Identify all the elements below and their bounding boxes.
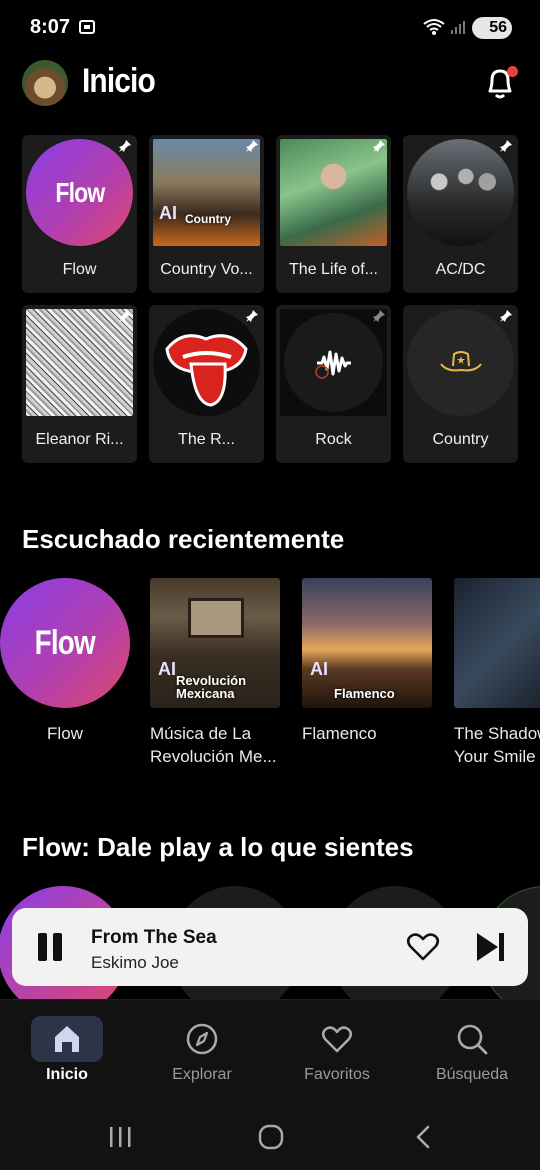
ai-badge: AI — [158, 659, 176, 679]
ai-badge: AI — [159, 203, 177, 223]
nav-label: Favoritos — [304, 1066, 370, 1083]
pinned-card-country-vol[interactable]: AI Country Country Vo... — [149, 135, 264, 293]
player-artist: Eskimo Joe — [91, 953, 179, 972]
ai-subtitle: Revolución Mexicana — [176, 673, 247, 701]
tongue-logo-art — [153, 309, 260, 416]
recent-label: Flow — [47, 724, 83, 743]
pinned-label: The R... — [178, 431, 235, 448]
pin-icon — [500, 140, 512, 152]
home-icon — [55, 1026, 79, 1052]
nav-label: Inicio — [46, 1066, 88, 1083]
ai-subtitle: Country — [185, 212, 231, 226]
pin-icon — [373, 140, 385, 152]
recent-item-flamenco[interactable]: AI Flamenco Flamenco — [302, 578, 432, 745]
pinned-label: The Life of... — [289, 261, 378, 278]
search-icon — [457, 1024, 488, 1055]
recent-label: Música de La Revolución Me... — [150, 724, 277, 766]
pinned-card-life-of[interactable]: The Life of... — [276, 135, 391, 293]
battery-indicator: 56 — [472, 17, 512, 39]
recent-item-revolucion[interactable]: AI Revolución Mexicana Música de La Revo… — [150, 578, 280, 768]
nav-active-pill — [31, 1016, 103, 1062]
nav-label: Explorar — [172, 1066, 232, 1083]
acdc-art — [407, 139, 514, 246]
revolucion-art: AI Revolución Mexicana — [150, 578, 280, 708]
eleanor-art — [26, 309, 133, 416]
flow-art-text: Flow — [34, 623, 96, 662]
bottom-nav: Inicio Explorar Favoritos Búsqueda — [0, 999, 540, 1099]
compass-icon — [186, 1023, 218, 1055]
flow-art: Flow — [0, 578, 130, 708]
pin-icon — [246, 310, 258, 322]
status-bar: 8:07 56 — [0, 0, 540, 56]
nav-icon-wrap — [301, 1016, 373, 1062]
pin-icon — [119, 140, 131, 152]
cowboy-hat-icon — [439, 350, 482, 371]
status-time: 8:07 — [30, 16, 71, 38]
country-art — [407, 309, 514, 416]
ai-subtitle: Flamenco — [334, 686, 395, 701]
back-icon[interactable] — [410, 1124, 436, 1150]
flow-art: Flow — [26, 139, 133, 246]
pause-button[interactable] — [38, 933, 64, 961]
flow-art-text: Flow — [54, 176, 105, 208]
pin-icon — [500, 310, 512, 322]
pinned-card-acdc[interactable]: AC/DC — [403, 135, 518, 293]
lips-icon — [165, 334, 248, 407]
nav-icon-wrap — [436, 1016, 508, 1062]
pin-icon — [246, 140, 258, 152]
recent-item-flow[interactable]: Flow Flow — [0, 578, 130, 745]
wifi-icon — [423, 19, 445, 35]
pinned-label: Rock — [315, 431, 352, 448]
nav-label: Búsqueda — [435, 1066, 509, 1083]
skip-next-button[interactable] — [474, 931, 506, 963]
pin-icon — [373, 310, 385, 322]
pinned-label: Country — [432, 431, 489, 448]
pause-icon-bar — [53, 933, 62, 961]
section-title-flow: Flow: Dale play a lo que sientes — [22, 832, 414, 862]
pinned-card-eleanor[interactable]: Eleanor Ri... — [22, 305, 137, 463]
pinned-label: Country Vo... — [160, 261, 253, 278]
country-vol-art: AI Country — [153, 139, 260, 246]
favorite-button[interactable] — [406, 932, 440, 962]
pinned-card-the-r[interactable]: The R... — [149, 305, 264, 463]
pause-icon — [38, 933, 47, 961]
mini-player[interactable]: From The Sea Eskimo Joe — [12, 908, 528, 986]
pinned-label: AC/DC — [435, 261, 486, 278]
nav-item-explorar[interactable]: Explorar — [147, 1016, 257, 1084]
system-nav-bar — [0, 1099, 540, 1170]
shadow-art — [454, 578, 540, 708]
section-title-recent: Escuchado recientemente — [22, 524, 345, 554]
page-title: Inicio — [82, 62, 156, 100]
avatar[interactable] — [22, 60, 68, 106]
recent-carousel[interactable]: Flow Flow AI Revolución Mexicana Música … — [0, 578, 540, 778]
flamenco-art: AI Flamenco — [302, 578, 432, 708]
recent-item-shadow[interactable]: The Shadow of Your Smile — [454, 578, 540, 768]
rock-art — [280, 309, 387, 416]
pinned-card-rock[interactable]: Rock — [276, 305, 391, 463]
player-song-title: From The Sea — [91, 927, 217, 948]
nav-item-favoritos[interactable]: Favoritos — [282, 1016, 392, 1084]
pinned-label: Flow — [62, 261, 97, 278]
recents-icon[interactable] — [108, 1125, 134, 1149]
nav-icon-wrap — [166, 1016, 238, 1062]
pinned-card-country[interactable]: Country — [403, 305, 518, 463]
notifications-button[interactable] — [482, 64, 520, 104]
recent-label: The Shadow of Your Smile — [454, 724, 540, 766]
life-of-art — [280, 139, 387, 246]
pin-icon — [119, 310, 131, 322]
heart-icon — [322, 1026, 352, 1053]
signal-icon — [451, 21, 465, 34]
pinned-card-flow[interactable]: Flow Flow — [22, 135, 137, 293]
nav-item-busqueda[interactable]: Búsqueda — [417, 1016, 527, 1084]
screen-cast-icon — [79, 20, 95, 34]
nav-item-inicio[interactable]: Inicio — [12, 1016, 122, 1084]
guitar-wave-icon — [314, 350, 351, 379]
ai-badge: AI — [310, 659, 328, 679]
pinned-grid: Flow Flow AI Country Country Vo... The L… — [22, 135, 518, 463]
pinned-label: Eleanor Ri... — [35, 431, 124, 448]
notification-dot — [507, 66, 518, 77]
recent-label: Flamenco — [302, 724, 377, 743]
home-nav-icon[interactable] — [257, 1124, 285, 1150]
